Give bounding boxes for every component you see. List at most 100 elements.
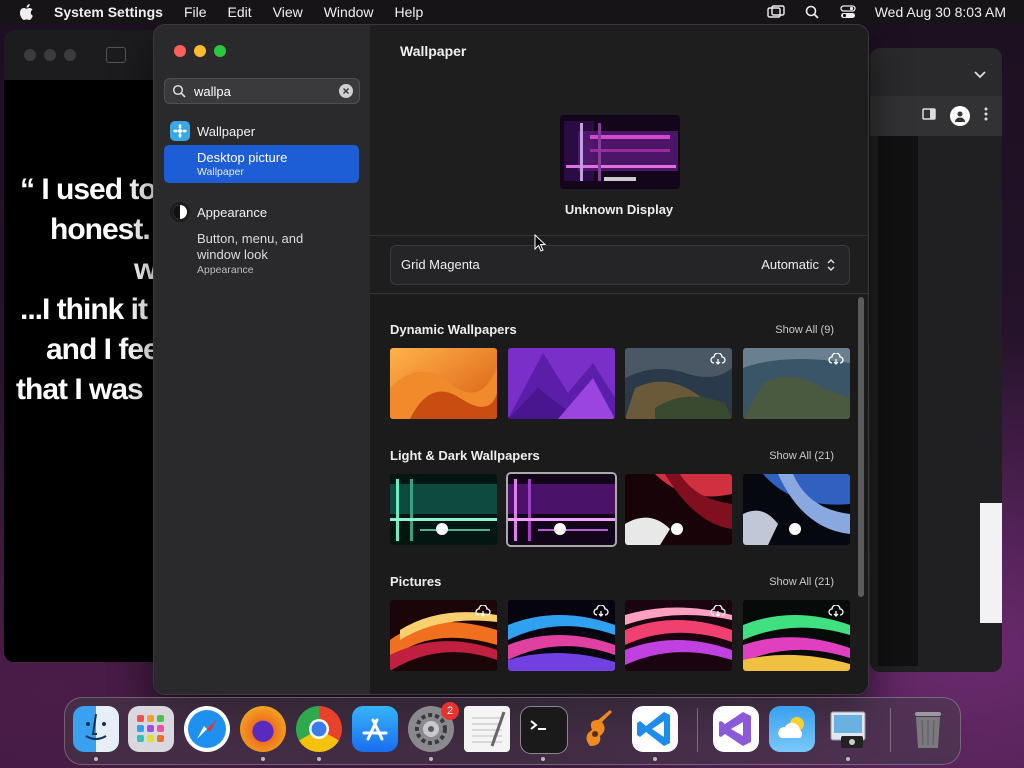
wallpaper-gallery[interactable]: Dynamic Wallpapers Show All (9) Light & … bbox=[370, 295, 868, 694]
settings-search-field[interactable] bbox=[164, 78, 360, 104]
dynamic-mode-icon bbox=[436, 523, 448, 535]
menu-app-name[interactable]: System Settings bbox=[54, 4, 163, 20]
screen-mirroring-icon[interactable] bbox=[767, 4, 785, 20]
menu-file[interactable]: File bbox=[184, 4, 207, 20]
divider bbox=[370, 293, 868, 294]
close-window-icon[interactable] bbox=[174, 45, 186, 57]
wallpaper-thumb[interactable] bbox=[508, 600, 615, 671]
background-video-window[interactable]: “ I used to honest. w ...I think it and … bbox=[4, 30, 164, 662]
sidebar-toggle-icon[interactable] bbox=[106, 47, 126, 63]
appearance-mode-popup[interactable]: Automatic bbox=[761, 257, 819, 272]
dock-separator bbox=[697, 708, 698, 752]
control-center-icon[interactable] bbox=[839, 4, 857, 20]
running-indicator bbox=[317, 757, 321, 761]
sidebar-item-wallpaper[interactable]: Wallpaper bbox=[170, 121, 255, 141]
current-wallpaper-name: Grid Magenta bbox=[401, 257, 480, 272]
textedit-icon[interactable] bbox=[464, 706, 510, 752]
menu-window[interactable]: Window bbox=[324, 4, 374, 20]
app-store-icon[interactable] bbox=[352, 706, 398, 752]
caption-line: honest. bbox=[50, 213, 151, 246]
page-title: Wallpaper bbox=[400, 43, 467, 59]
caption-line: and I fee bbox=[46, 333, 160, 366]
spotlight-search-icon[interactable] bbox=[803, 4, 821, 20]
zoom-window-icon[interactable] bbox=[214, 45, 226, 57]
menu-clock[interactable]: Wed Aug 30 8:03 AM bbox=[875, 4, 1006, 20]
chevron-down-icon[interactable] bbox=[974, 66, 986, 84]
sidebar-item-appearance[interactable]: Appearance bbox=[170, 202, 267, 222]
dynamic-mode-icon bbox=[671, 523, 683, 535]
display-preview[interactable] bbox=[560, 115, 680, 189]
result-subtitle: Appearance bbox=[197, 264, 254, 276]
show-all-dynamic-button[interactable]: Show All (9) bbox=[775, 324, 834, 336]
sidebar-item-label: Wallpaper bbox=[197, 123, 256, 139]
launchpad-icon[interactable] bbox=[128, 706, 174, 752]
popup-stepper-icon[interactable] bbox=[825, 257, 837, 273]
menu-help[interactable]: Help bbox=[395, 4, 424, 20]
dynamic-mode-icon bbox=[554, 523, 566, 535]
show-all-light-dark-button[interactable]: Show All (21) bbox=[769, 450, 834, 462]
wallpaper-thumb[interactable] bbox=[625, 600, 732, 671]
search-result-desktop-picture[interactable]: Desktop picture Wallpaper bbox=[164, 145, 359, 183]
apple-icon[interactable] bbox=[18, 3, 36, 21]
more-menu-icon[interactable] bbox=[984, 107, 988, 126]
search-result-button-menu-window-look[interactable]: Button, menu, and window look Appearance bbox=[197, 231, 357, 277]
notification-badge: 2 bbox=[441, 702, 459, 720]
garageband-icon[interactable] bbox=[576, 706, 622, 752]
gallery-scrollbar[interactable] bbox=[858, 297, 864, 597]
download-cloud-icon[interactable] bbox=[828, 353, 844, 365]
browser-page-area bbox=[980, 503, 1002, 623]
menu-edit[interactable]: Edit bbox=[228, 4, 252, 20]
profile-icon[interactable] bbox=[950, 106, 970, 126]
background-browser-window[interactable] bbox=[870, 48, 1002, 672]
show-all-pictures-button[interactable]: Show All (21) bbox=[769, 576, 834, 588]
download-cloud-icon[interactable] bbox=[710, 353, 726, 365]
download-cloud-icon[interactable] bbox=[475, 605, 491, 617]
dynamic-mode-icon bbox=[789, 523, 801, 535]
minimize-window-icon[interactable] bbox=[194, 45, 206, 57]
wallpaper-pane: Wallpaper Unknown Display Grid Magenta A… bbox=[370, 25, 868, 694]
result-subtitle: Wallpaper bbox=[197, 166, 244, 178]
inactive-zoom-icon[interactable] bbox=[64, 49, 76, 61]
section-title-pictures: Pictures bbox=[390, 574, 442, 589]
inactive-minimize-icon[interactable] bbox=[44, 49, 56, 61]
wallpaper-thumb[interactable] bbox=[743, 600, 850, 671]
finder-icon[interactable] bbox=[73, 706, 119, 752]
wallpaper-thumb-selected[interactable] bbox=[508, 474, 615, 545]
side-panel-icon[interactable] bbox=[922, 107, 936, 125]
vscode-icon[interactable] bbox=[632, 706, 678, 752]
wallpaper-thumb[interactable] bbox=[390, 600, 497, 671]
caption-line: that I was bbox=[16, 373, 144, 406]
system-settings-window: Wallpaper Desktop picture Wallpaper Appe… bbox=[154, 25, 868, 694]
wallpaper-thumb[interactable] bbox=[390, 474, 497, 545]
running-indicator bbox=[261, 757, 265, 761]
wallpaper-thumb[interactable] bbox=[743, 474, 850, 545]
download-cloud-icon[interactable] bbox=[828, 605, 844, 617]
safari-icon[interactable] bbox=[184, 706, 230, 752]
browser-tab-bar bbox=[870, 48, 1002, 96]
preview-icon[interactable] bbox=[825, 706, 871, 752]
visual-studio-icon[interactable] bbox=[713, 706, 759, 752]
caption-line: ...I think it bbox=[20, 293, 148, 326]
chrome-icon[interactable] bbox=[296, 706, 342, 752]
wallpaper-thumb[interactable] bbox=[743, 348, 850, 419]
section-title-dynamic: Dynamic Wallpapers bbox=[390, 322, 517, 337]
inactive-close-icon[interactable] bbox=[24, 49, 36, 61]
terminal-icon[interactable] bbox=[520, 706, 568, 754]
trash-icon[interactable] bbox=[905, 706, 951, 752]
menu-view[interactable]: View bbox=[273, 4, 303, 20]
download-cloud-icon[interactable] bbox=[593, 605, 609, 617]
wallpaper-thumb[interactable] bbox=[625, 348, 732, 419]
result-title: Desktop picture bbox=[197, 150, 288, 165]
weather-icon[interactable] bbox=[769, 706, 815, 752]
dock: 2 bbox=[64, 697, 961, 765]
result-title-line: window look bbox=[197, 247, 268, 262]
wallpaper-thumb[interactable] bbox=[625, 474, 732, 545]
search-input[interactable] bbox=[192, 82, 336, 100]
firefox-icon[interactable] bbox=[240, 706, 286, 752]
download-cloud-icon[interactable] bbox=[710, 605, 726, 617]
video-window-titlebar bbox=[4, 30, 164, 80]
clear-search-icon[interactable] bbox=[339, 84, 353, 98]
wallpaper-thumb[interactable] bbox=[508, 348, 615, 419]
wallpaper-thumb[interactable] bbox=[390, 348, 497, 419]
result-title-line: Button, menu, and bbox=[197, 231, 304, 246]
